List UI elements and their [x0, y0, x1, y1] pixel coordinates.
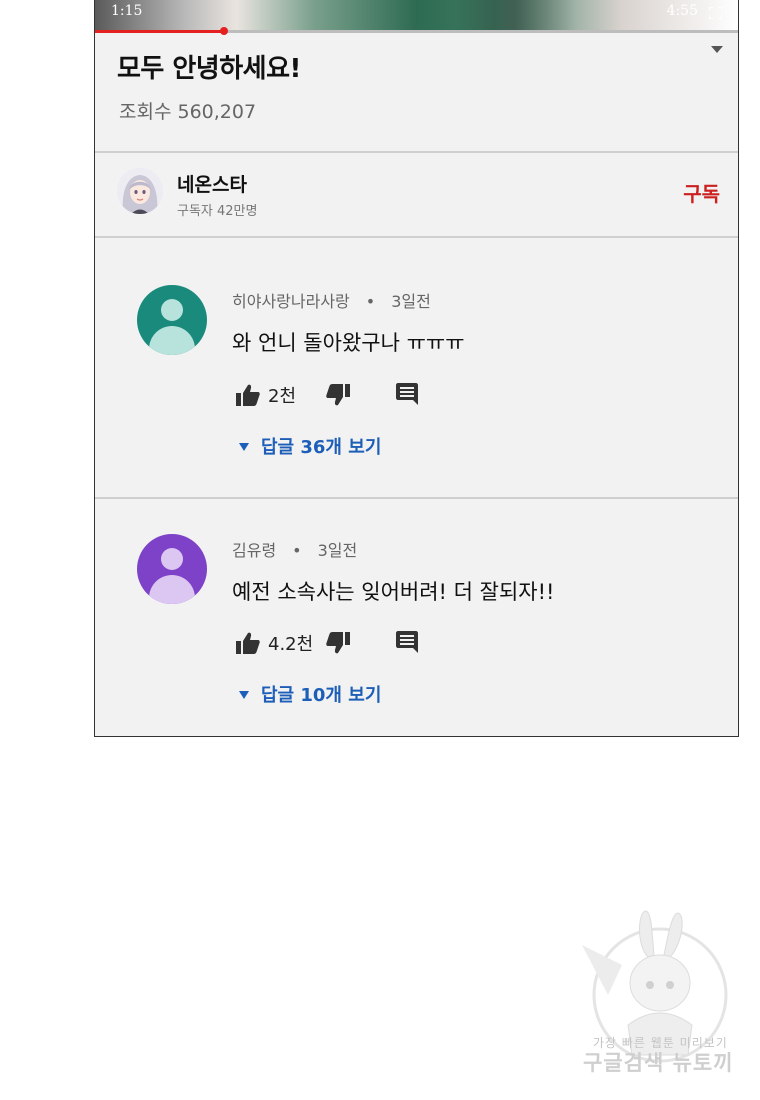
like-button[interactable]: 4.2천	[236, 630, 313, 656]
replies-label: 답글 36개 보기	[261, 437, 382, 458]
dislike-button[interactable]	[326, 630, 350, 656]
video-thumbnail-strip[interactable]: 1:15 4:55	[95, 0, 738, 30]
comment-meta: 김유령 • 3일전	[232, 537, 357, 561]
channel-avatar-image	[117, 168, 163, 214]
video-title: 모두 안녕하세요!	[117, 54, 301, 84]
comment-icon	[396, 383, 418, 405]
like-button[interactable]: 2천	[236, 382, 296, 408]
comment-time: 3일전	[317, 541, 358, 560]
meta-separator: •	[292, 541, 302, 560]
video-card: 1:15 4:55 모두 안녕하세요! 조회수 560,207 네온스타 구독자…	[94, 0, 739, 737]
reply-button[interactable]	[396, 630, 418, 656]
progress-knob[interactable]	[219, 27, 228, 35]
progress-bar[interactable]	[95, 27, 738, 35]
avatar-body	[149, 575, 195, 604]
avatar-head	[161, 548, 183, 570]
comment-text: 예전 소속사는 잊어버려! 더 잘되자!!	[232, 580, 555, 604]
expand-description-icon[interactable]	[711, 46, 723, 53]
channel-name[interactable]: 네온스타	[177, 170, 247, 197]
thumbs-down-icon	[326, 632, 350, 654]
divider	[95, 236, 738, 238]
total-time: 4:55	[666, 3, 698, 19]
view-replies-link[interactable]: 답글 10개 보기	[239, 681, 381, 707]
dislike-button[interactable]	[326, 382, 350, 408]
view-count: 조회수 560,207	[119, 101, 257, 123]
comment-meta: 히야사랑나라사랑 • 3일전	[232, 288, 431, 312]
watermark-title: 구글검색 뉴토끼	[583, 1051, 734, 1075]
divider	[95, 497, 738, 499]
avatar-body	[149, 326, 195, 355]
comment-actions: 2천	[236, 382, 536, 412]
comment-icon	[396, 631, 418, 653]
expand-replies-icon	[239, 443, 249, 451]
avatar-head	[161, 299, 183, 321]
meta-separator: •	[365, 292, 376, 311]
subscribe-button[interactable]: 구독	[683, 178, 720, 207]
thumbs-up-icon	[236, 384, 260, 406]
comment-avatar[interactable]	[137, 534, 207, 604]
thumbs-down-icon	[326, 384, 350, 406]
view-replies-link[interactable]: 답글 36개 보기	[239, 433, 381, 459]
comment-author[interactable]: 김유령	[232, 541, 276, 560]
subscriber-count: 구독자 42만명	[177, 204, 258, 219]
like-count: 2천	[268, 386, 297, 407]
channel-avatar[interactable]	[117, 168, 163, 214]
divider	[95, 151, 738, 153]
comment-time: 3일전	[391, 292, 431, 311]
comment-text: 와 언니 돌아왔구나 ㅠㅠㅠ	[232, 331, 465, 355]
thumbs-up-icon	[236, 632, 260, 654]
comment-actions: 4.2천	[236, 630, 536, 660]
progress-fill	[95, 30, 224, 33]
like-count: 4.2천	[268, 634, 314, 655]
comment-author[interactable]: 히야사랑나라사랑	[232, 292, 350, 311]
comment-avatar[interactable]	[137, 285, 207, 355]
reply-button[interactable]	[396, 382, 418, 408]
thumbnail-shadow	[455, 0, 575, 30]
replies-label: 답글 10개 보기	[261, 685, 382, 706]
expand-replies-icon	[239, 691, 249, 699]
fullscreen-icon[interactable]	[709, 7, 722, 19]
current-time: 1:15	[111, 3, 143, 19]
